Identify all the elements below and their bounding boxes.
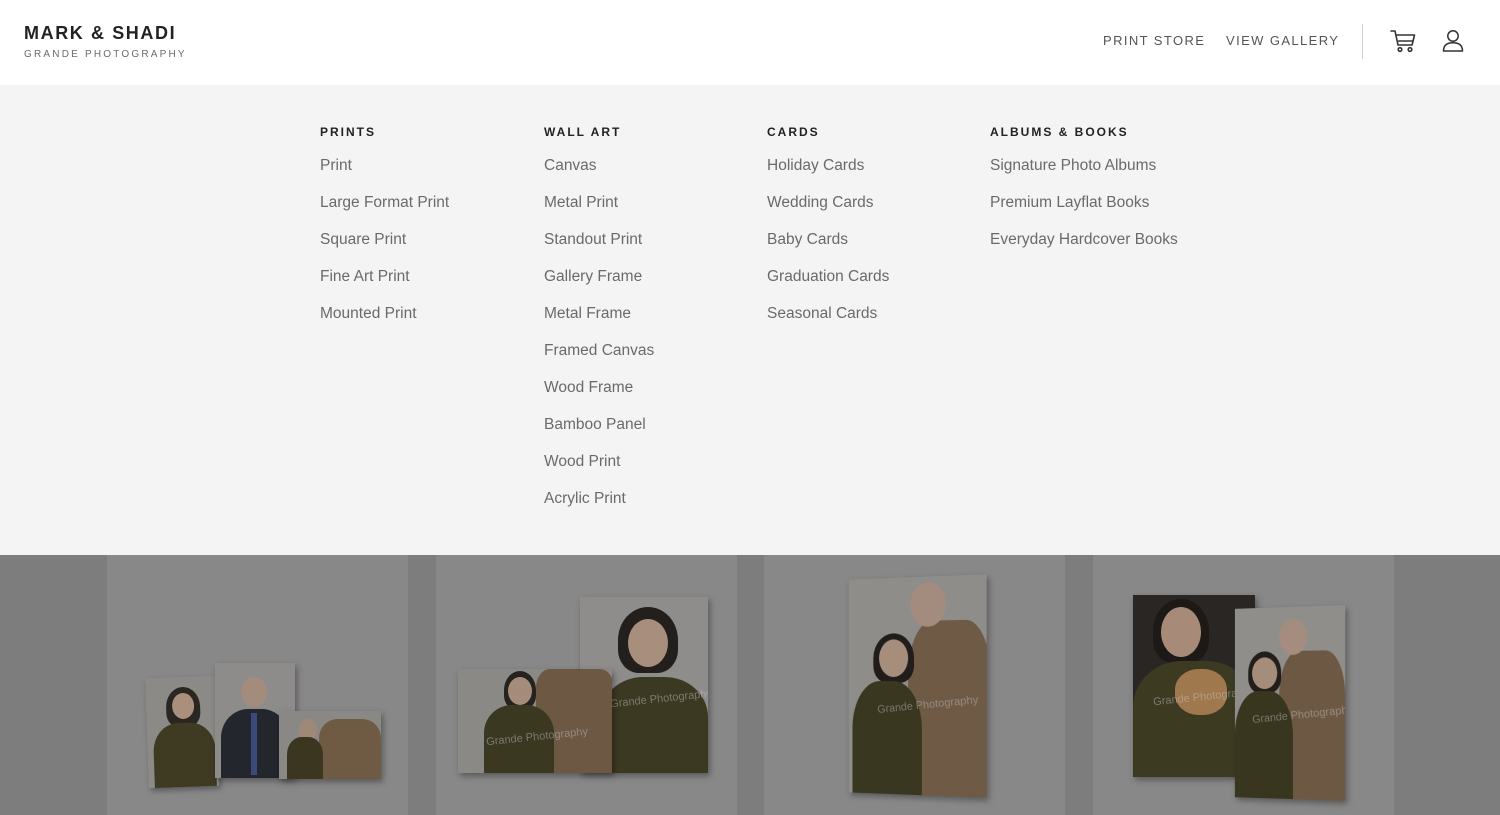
product-strip: Grande Photography Grande Photography Gr…	[0, 555, 1500, 815]
menu-item-metal-print[interactable]: Metal Print	[544, 194, 764, 231]
menu-item-wood-print[interactable]: Wood Print	[544, 453, 764, 490]
product-photo: Grande Photography	[848, 574, 987, 798]
menu-heading-wall-art: WALL ART	[544, 125, 622, 139]
menu-item-acrylic-print[interactable]: Acrylic Print	[544, 490, 764, 527]
menu-item-mounted-print[interactable]: Mounted Print	[320, 305, 540, 342]
product-photo: Grande Photography	[458, 669, 612, 773]
menu-list-albums-books: Signature Photo Albums Premium Layflat B…	[990, 157, 1250, 268]
menu-column-wall-art: WALL ART Canvas Metal Print Standout Pri…	[544, 125, 764, 527]
menu-item-standout-print[interactable]: Standout Print	[544, 231, 764, 268]
header-divider	[1362, 24, 1363, 59]
nav-print-store[interactable]: PRINT STORE	[1103, 33, 1205, 48]
nav-view-gallery[interactable]: VIEW GALLERY	[1226, 33, 1339, 48]
menu-item-square-print[interactable]: Square Print	[320, 231, 540, 268]
menu-list-wall-art: Canvas Metal Print Standout Print Galler…	[544, 157, 764, 527]
brand-logo[interactable]: MARK & SHADI GRANDE PHOTOGRAPHY	[24, 22, 187, 60]
menu-item-metal-frame[interactable]: Metal Frame	[544, 305, 764, 342]
product-photo	[145, 675, 219, 789]
menu-list-prints: Print Large Format Print Square Print Fi…	[320, 157, 540, 342]
menu-item-large-format-print[interactable]: Large Format Print	[320, 194, 540, 231]
menu-item-canvas[interactable]: Canvas	[544, 157, 764, 194]
print-store-mega-menu: PRINTS Print Large Format Print Square P…	[0, 85, 1500, 555]
menu-list-cards: Holiday Cards Wedding Cards Baby Cards G…	[767, 157, 987, 342]
menu-item-wedding-cards[interactable]: Wedding Cards	[767, 194, 987, 231]
user-icon[interactable]	[1439, 27, 1467, 55]
menu-item-signature-photo-albums[interactable]: Signature Photo Albums	[990, 157, 1250, 194]
menu-heading-cards: CARDS	[767, 125, 820, 139]
product-card-prints[interactable]	[107, 555, 408, 815]
product-photo: Grande Photography	[1234, 605, 1346, 801]
product-card-framed[interactable]: Grande Photography Grande Photography	[1093, 555, 1394, 815]
menu-heading-prints: PRINTS	[320, 125, 377, 139]
menu-item-print[interactable]: Print	[320, 157, 540, 194]
brand-subtitle: GRANDE PHOTOGRAPHY	[24, 49, 187, 60]
product-photo	[279, 711, 381, 779]
menu-item-bamboo-panel[interactable]: Bamboo Panel	[544, 416, 764, 453]
cart-icon[interactable]	[1389, 27, 1417, 55]
menu-item-seasonal-cards[interactable]: Seasonal Cards	[767, 305, 987, 342]
menu-item-fine-art-print[interactable]: Fine Art Print	[320, 268, 540, 305]
menu-item-premium-layflat-books[interactable]: Premium Layflat Books	[990, 194, 1250, 231]
menu-column-cards: CARDS Holiday Cards Wedding Cards Baby C…	[767, 125, 987, 342]
menu-column-albums-books: ALBUMS & BOOKS Signature Photo Albums Pr…	[990, 125, 1250, 268]
site-header: MARK & SHADI GRANDE PHOTOGRAPHY PRINT ST…	[0, 0, 1500, 85]
menu-item-gallery-frame[interactable]: Gallery Frame	[544, 268, 764, 305]
menu-item-framed-canvas[interactable]: Framed Canvas	[544, 342, 764, 379]
menu-heading-albums-books: ALBUMS & BOOKS	[990, 125, 1129, 139]
product-card-canvas[interactable]: Grande Photography	[764, 555, 1065, 815]
menu-item-baby-cards[interactable]: Baby Cards	[767, 231, 987, 268]
menu-item-wood-frame[interactable]: Wood Frame	[544, 379, 764, 416]
product-card-wall-art[interactable]: Grande Photography Grande Photography	[436, 555, 737, 815]
brand-title: MARK & SHADI	[24, 23, 177, 43]
menu-item-holiday-cards[interactable]: Holiday Cards	[767, 157, 987, 194]
menu-item-everyday-hardcover-books[interactable]: Everyday Hardcover Books	[990, 231, 1250, 268]
menu-column-prints: PRINTS Print Large Format Print Square P…	[320, 125, 540, 342]
menu-item-graduation-cards[interactable]: Graduation Cards	[767, 268, 987, 305]
